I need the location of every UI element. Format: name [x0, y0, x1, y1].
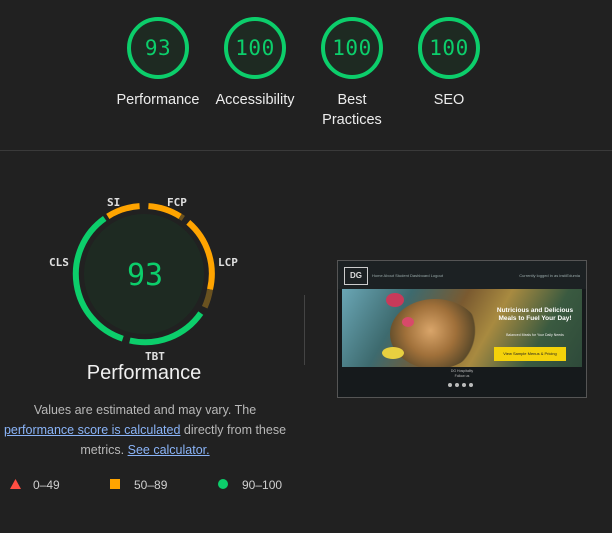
- radish-image: [402, 317, 414, 327]
- score-ring: 100: [320, 16, 384, 80]
- category-best-practices[interactable]: 100 Best Practices: [302, 16, 402, 130]
- legend-range: 50–89: [134, 478, 168, 492]
- category-score: 100: [332, 36, 372, 60]
- fcp-arc-remaining: [178, 213, 185, 221]
- food-plate-image: [390, 299, 480, 367]
- instagram-icon: [462, 383, 466, 387]
- thumbnail-hero-image: Nutricious and Delicious Meals to Fuel Y…: [342, 289, 582, 367]
- metric-label-cls: CLS: [49, 256, 69, 269]
- legend-range: 90–100: [242, 478, 283, 492]
- vertical-divider: [304, 295, 305, 365]
- email-icon: [469, 383, 473, 387]
- legend-average: 50–89: [110, 478, 167, 492]
- thumbnail-nav-links: Home About Student Dashboard Logout: [372, 273, 443, 278]
- metric-label-lcp: LCP: [218, 256, 238, 269]
- category-label: Accessibility: [215, 92, 295, 108]
- site-logo: DG: [344, 267, 368, 285]
- performance-title: Performance: [86, 362, 202, 384]
- note-text: Values are estimated and may vary. The: [33, 403, 257, 417]
- score-calculation-link[interactable]: performance score is calculated: [4, 423, 180, 437]
- score-note: Values are estimated and may vary. The p…: [0, 400, 290, 460]
- category-label: Best Practices: [322, 92, 382, 128]
- category-score: 100: [429, 36, 469, 60]
- footer-follow: Follow us: [454, 374, 470, 378]
- legend-fail: 0–49: [10, 478, 60, 492]
- metric-label-si: SI: [107, 196, 121, 209]
- category-accessibility[interactable]: 100 Accessibility: [205, 16, 305, 110]
- category-seo[interactable]: 100 SEO: [399, 16, 499, 110]
- category-score: 100: [235, 36, 275, 60]
- category-performance[interactable]: 93 Performance: [108, 16, 208, 110]
- hero-button: View Sample Menus & Pricing: [494, 347, 566, 361]
- thumbnail-login-status: Currently logged in as instiEdumia: [519, 273, 580, 278]
- score-ring: 93: [126, 16, 190, 80]
- legend-pass: 90–100: [218, 478, 282, 492]
- score-ring: 100: [417, 16, 481, 80]
- section-divider: [0, 150, 612, 151]
- thumbnail-footer: DG Hospitality Follow us: [338, 369, 586, 379]
- hero-title: Nutricious and Delicious Meals to Fuel Y…: [496, 307, 574, 322]
- thumbnail-navbar: DG Home About Student Dashboard Logout C…: [338, 261, 586, 289]
- circle-icon: [218, 478, 228, 492]
- triangle-icon: [10, 478, 21, 492]
- see-calculator-link[interactable]: See calculator.: [128, 443, 210, 457]
- score-ring: 100: [223, 16, 287, 80]
- square-icon: [110, 478, 120, 492]
- category-score: 93: [144, 36, 172, 60]
- category-label: SEO: [433, 92, 465, 108]
- performance-score: 93: [126, 258, 164, 293]
- social-icons: [448, 383, 473, 387]
- radish-image: [386, 293, 404, 307]
- lemon-image: [382, 347, 404, 359]
- category-label: Performance: [116, 92, 200, 108]
- page-screenshot-thumbnail[interactable]: DG Home About Student Dashboard Logout C…: [337, 260, 587, 398]
- legend-range: 0–49: [33, 478, 60, 492]
- facebook-icon: [448, 383, 452, 387]
- metric-label-fcp: FCP: [167, 196, 187, 209]
- twitter-icon: [455, 383, 459, 387]
- hero-subtitle: Balanced Meals for Your Daily Needs: [506, 333, 564, 337]
